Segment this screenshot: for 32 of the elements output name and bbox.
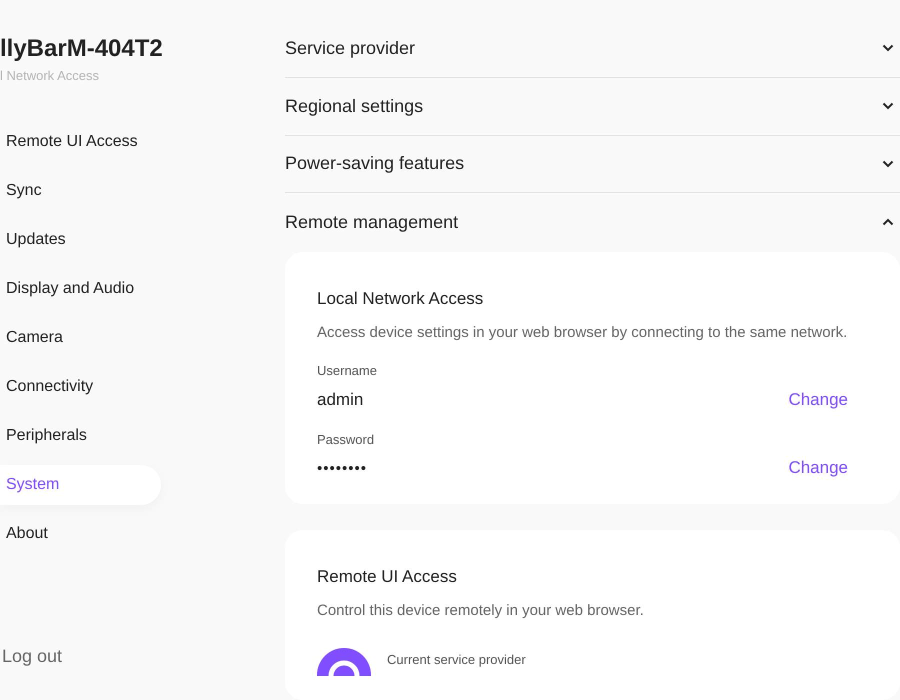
accordion-header[interactable]: Power-saving features (285, 136, 900, 194)
accordion-header[interactable]: Service provider (285, 20, 900, 78)
device-subtitle: l Network Access (0, 67, 100, 85)
provider-label: Current service provider (387, 651, 526, 669)
field-label: Username (317, 362, 377, 380)
nav-item[interactable]: System (0, 464, 161, 504)
nav-item[interactable]: Camera (0, 318, 161, 358)
nav-item[interactable]: Display and Audio (0, 268, 161, 308)
chevron-up-icon (882, 218, 894, 226)
chevron-down-icon (882, 102, 894, 110)
provider-logo-icon (317, 648, 371, 676)
nav-item[interactable]: Updates (0, 220, 161, 260)
masked-password: •••••••• (317, 458, 368, 478)
nav-item[interactable]: Peripherals (0, 416, 161, 456)
accordion-header[interactable]: Regional settings (285, 78, 900, 136)
nav-item[interactable]: Connectivity (0, 366, 161, 406)
field-label: Password (317, 431, 374, 449)
logout-button[interactable]: Log out (0, 643, 62, 670)
card-description: Control this device remotely in your web browser. (317, 600, 645, 620)
device-name: llyBarM-404T2 (0, 34, 164, 64)
chevron-down-icon (882, 160, 894, 168)
nav-item[interactable]: About (0, 514, 161, 554)
change-link[interactable]: Change (788, 386, 848, 412)
nav-item[interactable]: Remote UI Access (0, 122, 161, 162)
accordion-header[interactable]: Remote management (285, 193, 900, 251)
field-value: admin (317, 388, 364, 410)
nav-item[interactable]: Sync (0, 170, 161, 210)
chevron-down-icon (882, 44, 894, 52)
card-title: Remote UI Access (317, 566, 458, 588)
change-link[interactable]: Change (788, 454, 848, 480)
card-description: Access device settings in your web browser by connecting to the same network. (317, 322, 848, 342)
card-title: Local Network Access (317, 288, 484, 310)
